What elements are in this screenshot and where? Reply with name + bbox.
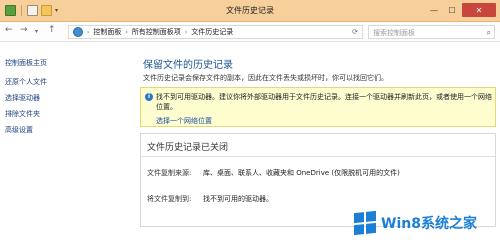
sidebar-item-exclude-folders[interactable]: 排除文件夹	[5, 109, 40, 119]
breadcrumb-separator-icon[interactable]: ›	[185, 29, 187, 36]
copy-from-value: 库、桌面、联系人、收藏夹和 OneDrive (仅限脱机可用的文件)	[203, 169, 400, 177]
copy-to-label: 将文件复制到:	[147, 195, 192, 203]
panel-divider	[141, 156, 495, 157]
navigation-bar: ← → ▾ ↑ › 控制面板 › 所有控制面板项 › 文件历史记录 ⟳ 搜索控制…	[0, 22, 500, 42]
window-controls: — ☐ ✕	[426, 3, 496, 17]
watermark-text: Win8系统之家	[381, 216, 477, 232]
page-description: 文件历史记录会保存文件的副本，因此在文件丢失或损坏时，你可以找回它们。	[143, 74, 388, 82]
select-network-location-link[interactable]: 选择一个网络位置	[156, 116, 212, 126]
status-title: 文件历史记录已关闭	[147, 143, 229, 153]
copy-from-label: 文件复制来源:	[147, 169, 192, 177]
sidebar: 控制面板主页 还原个人文件 选择驱动器 排除文件夹 高级设置	[0, 43, 120, 245]
windows-logo-icon	[354, 210, 376, 236]
search-placeholder: 搜索控制面板	[373, 29, 415, 37]
search-input[interactable]: 搜索控制面板 ⌕	[368, 25, 495, 39]
back-arrow-icon[interactable]: ←	[5, 25, 13, 35]
sidebar-item-control-panel-home[interactable]: 控制面板主页	[5, 58, 47, 68]
breadcrumb-separator-icon[interactable]: ›	[87, 29, 89, 36]
forward-arrow-icon[interactable]: →	[20, 25, 28, 35]
breadcrumb-all-items[interactable]: 所有控制面板项	[132, 27, 181, 37]
title-bar: ▾ 文件历史记录 — ☐ ✕	[0, 0, 500, 22]
sidebar-item-restore-files[interactable]: 还原个人文件	[5, 77, 47, 87]
watermark: Win8系统之家	[354, 210, 494, 236]
page-heading: 保留文件的历史记录	[143, 60, 233, 71]
recent-locations-chevron-icon[interactable]: ▾	[35, 28, 38, 35]
address-bar[interactable]: › 控制面板 › 所有控制面板项 › 文件历史记录 ⟳	[68, 25, 363, 39]
maximize-button[interactable]: ☐	[444, 3, 460, 17]
window-title: 文件历史记录	[226, 6, 274, 15]
refresh-icon[interactable]: ⟳	[352, 28, 358, 36]
up-arrow-icon[interactable]: ↑	[48, 25, 56, 35]
breadcrumb-file-history[interactable]: 文件历史记录	[191, 27, 233, 37]
sidebar-item-advanced-settings[interactable]: 高级设置	[5, 125, 33, 135]
breadcrumb-control-panel[interactable]: 控制面板	[93, 27, 121, 37]
breadcrumb-separator-icon[interactable]: ›	[125, 29, 127, 36]
copy-to-value: 找不到可用的驱动器。	[203, 195, 273, 203]
warning-text: 找不到可用驱动器。建议你将外部驱动器用于文件历史记录。连接一个驱动器并刷新此页，…	[156, 93, 492, 111]
warning-banner: i 找不到可用驱动器。建议你将外部驱动器用于文件历史记录。连接一个驱动器并刷新此…	[140, 87, 496, 127]
control-panel-icon	[73, 27, 83, 37]
info-icon: i	[145, 93, 153, 101]
close-button[interactable]: ✕	[462, 3, 496, 17]
minimize-button[interactable]: —	[426, 3, 442, 17]
search-icon[interactable]: ⌕	[487, 28, 491, 38]
sidebar-item-select-drive[interactable]: 选择驱动器	[5, 93, 40, 103]
